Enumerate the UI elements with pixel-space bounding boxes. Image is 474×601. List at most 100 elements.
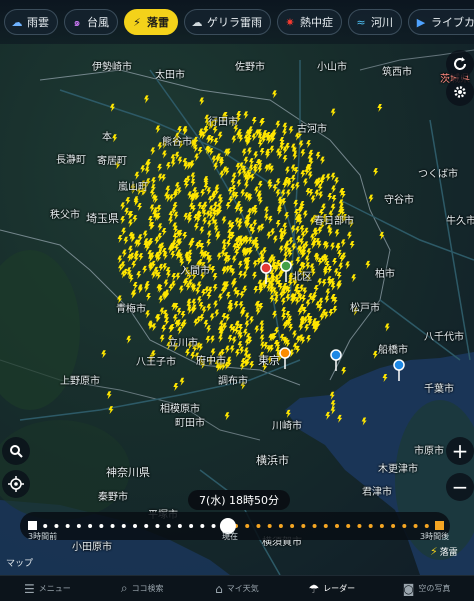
lightning-strike xyxy=(253,151,259,160)
lightning-strike xyxy=(150,147,156,156)
timeline-step[interactable] xyxy=(133,524,137,528)
lightning-strike xyxy=(120,216,126,225)
tab-label: 落雷 xyxy=(147,16,169,29)
timeline-step[interactable] xyxy=(155,524,160,528)
timeline-step[interactable] xyxy=(211,524,216,528)
timeline-step[interactable] xyxy=(256,524,261,528)
typhoon-icon: ๑ xyxy=(73,16,81,29)
nav-home[interactable]: ⌂ マイ天気 xyxy=(190,576,285,601)
timeline-step[interactable] xyxy=(312,524,317,528)
timeline-step[interactable] xyxy=(368,524,373,528)
lightning-strike xyxy=(231,135,237,144)
nav-label: メニュー xyxy=(38,584,71,593)
lightning-strike xyxy=(231,255,237,264)
lightning-strike xyxy=(202,217,208,226)
search-button[interactable] xyxy=(2,437,30,465)
city-label: 春日部市 xyxy=(314,216,354,227)
camera-icon: ◙ xyxy=(402,581,415,596)
prefecture-label: 神奈川県 xyxy=(106,466,150,479)
lightning-strike xyxy=(325,288,331,297)
timeline-step[interactable] xyxy=(413,524,418,528)
lightning-strike xyxy=(182,231,188,240)
timeline-step[interactable] xyxy=(267,524,272,528)
settings-button[interactable] xyxy=(446,78,474,106)
timeline-step[interactable] xyxy=(88,524,93,528)
lightning-strike xyxy=(201,306,207,315)
zoom-out-button[interactable]: − xyxy=(446,473,474,501)
video-camera-icon: ▶ xyxy=(416,15,426,29)
timeline-step[interactable] xyxy=(166,524,171,528)
nav-camera[interactable]: ◙ 空の写真 xyxy=(379,576,474,601)
lightning-strike xyxy=(243,111,249,120)
tab-thunder-cloud[interactable]: ☁ ゲリラ雷雨 xyxy=(184,9,271,35)
nav-search[interactable]: ⌕ ココ検索 xyxy=(95,576,190,601)
lightning-strike xyxy=(306,140,312,149)
timeline-step[interactable] xyxy=(189,524,194,528)
lightning-strike xyxy=(144,166,150,175)
lightning-strike xyxy=(213,137,219,146)
lightning-strike xyxy=(368,194,374,203)
timeline-step[interactable] xyxy=(357,524,362,528)
timeline-step[interactable] xyxy=(335,524,339,528)
timeline-step[interactable] xyxy=(323,524,328,528)
timeline-step[interactable] xyxy=(54,524,59,528)
radar-icon: ☂ xyxy=(308,581,320,596)
timeline-step[interactable] xyxy=(43,524,48,528)
tab-typhoon[interactable]: ๑ 台風 xyxy=(64,9,118,35)
timeline-step[interactable] xyxy=(200,524,205,528)
timeline-step[interactable] xyxy=(99,524,104,528)
locate-button[interactable] xyxy=(2,470,30,498)
tab-heat-sun[interactable]: ✷ 熱中症 xyxy=(277,9,342,35)
lightning-strike xyxy=(156,204,162,213)
tab-river[interactable]: ≈ 河川 xyxy=(348,9,402,35)
thunder-cloud-icon: ☁ xyxy=(191,15,203,29)
timeline-step[interactable] xyxy=(65,524,70,528)
lightning-strike xyxy=(334,177,340,186)
timeline-step[interactable] xyxy=(290,524,295,528)
lightning-legend: ⚡ 落雷 xyxy=(430,545,458,558)
lightning-strike xyxy=(332,305,338,314)
lightning-strike xyxy=(200,189,206,198)
nav-radar[interactable]: ☂ レーダー xyxy=(284,576,379,601)
lightning-strike xyxy=(345,261,351,270)
timeline-step[interactable] xyxy=(110,524,115,528)
lightning-strike xyxy=(292,152,298,161)
tab-lightning[interactable]: ⚡ 落雷 xyxy=(124,9,178,35)
lightning-strike xyxy=(310,195,316,204)
timeline-step[interactable] xyxy=(301,524,306,528)
zoom-in-button[interactable]: + xyxy=(446,437,474,465)
timeline-end-marker[interactable] xyxy=(435,521,444,530)
city-label: つくば市 xyxy=(418,169,458,180)
tab-rain-cloud[interactable]: ☁ 雨雲 xyxy=(4,9,58,35)
tab-label: 雨雲 xyxy=(27,16,49,29)
lightning-strike xyxy=(146,292,152,301)
timeline-step[interactable] xyxy=(177,524,182,528)
timeline-step[interactable] xyxy=(121,524,126,528)
timeline-step[interactable] xyxy=(245,524,250,528)
lightning-strike xyxy=(101,350,107,359)
timeline-step[interactable] xyxy=(391,524,396,528)
lightning-strike xyxy=(330,108,336,117)
timeline-step[interactable] xyxy=(278,524,283,528)
refresh-button[interactable] xyxy=(446,50,474,78)
timeline-step[interactable] xyxy=(379,524,384,528)
timeline-step[interactable] xyxy=(402,524,407,528)
lightning-strike xyxy=(251,116,257,125)
menu-icon: ☰ xyxy=(24,581,35,596)
lightning-strike xyxy=(224,412,230,421)
map-credit-label: マップ xyxy=(6,559,34,569)
timeline-step[interactable] xyxy=(424,524,429,528)
lightning-strike xyxy=(162,150,168,159)
timeline-start-marker[interactable] xyxy=(28,521,37,530)
tab-video-camera[interactable]: ▶ ライブカメラ xyxy=(408,9,474,35)
lightning-strike xyxy=(249,173,255,182)
radar-map[interactable]: 伊勢崎市 太田市 佐野市 小山市 筑西市 茨城県 本 熊谷市 行田市 古河市 つ… xyxy=(0,0,474,575)
city-label: 八王子市 xyxy=(136,357,176,368)
city-label: 本 xyxy=(102,132,112,143)
nav-menu[interactable]: ☰ メニュー xyxy=(0,576,95,601)
heat-sun-icon: ✷ xyxy=(285,15,295,29)
timeline-step[interactable] xyxy=(76,524,81,528)
timeline-step[interactable] xyxy=(144,524,149,528)
city-label: 市原市 xyxy=(414,446,444,457)
timeline-step[interactable] xyxy=(346,524,351,528)
